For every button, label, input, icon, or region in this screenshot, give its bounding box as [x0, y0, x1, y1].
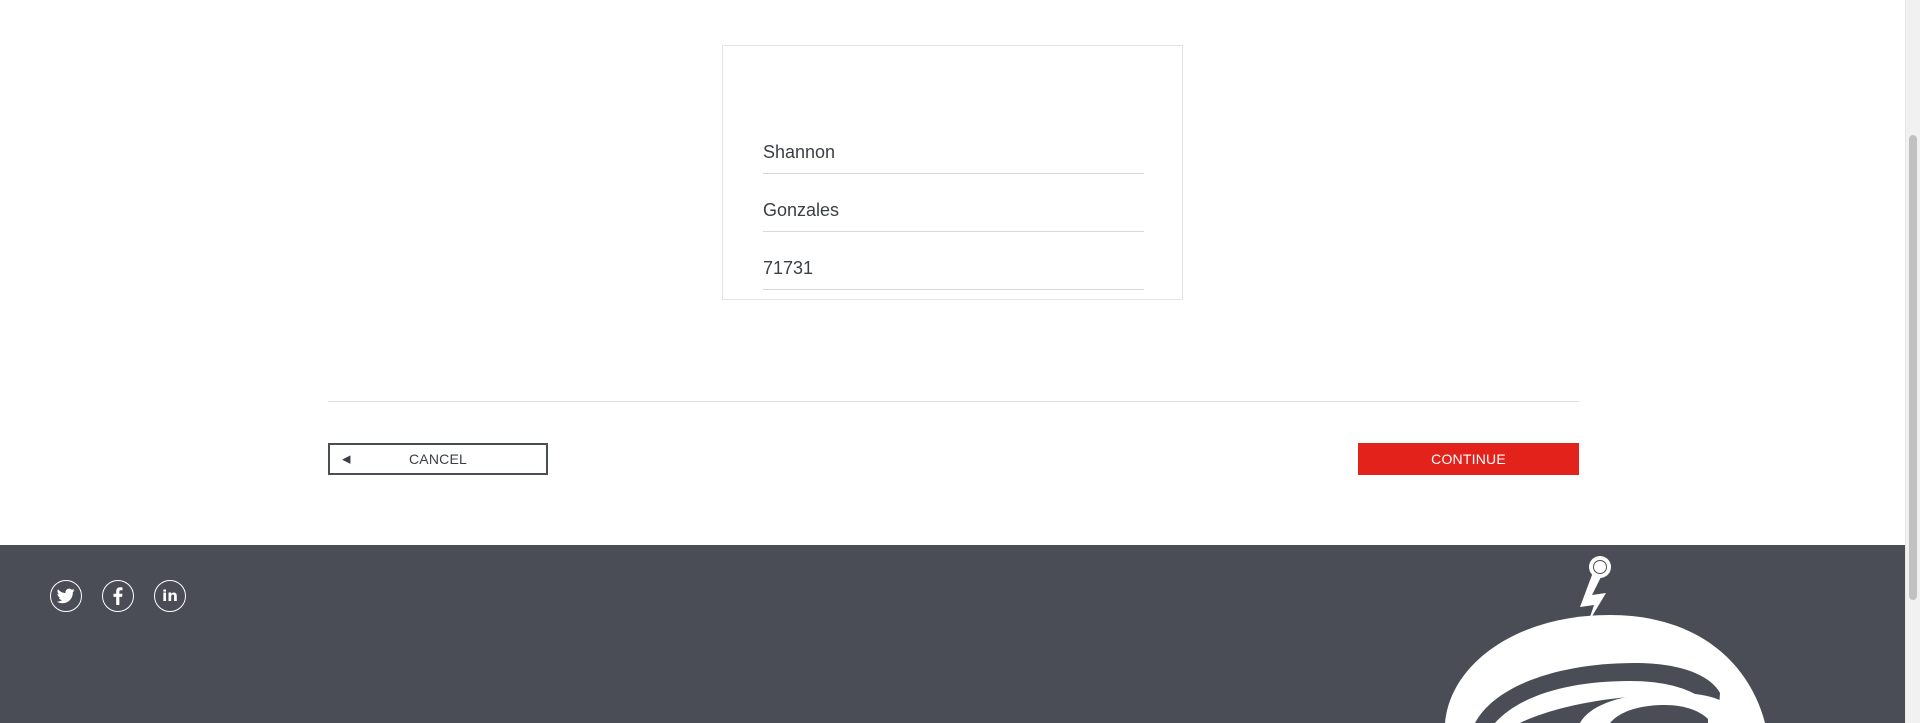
- scrollbar-thumb[interactable]: [1909, 135, 1917, 600]
- last-name-input[interactable]: [763, 200, 1144, 221]
- cancel-label: CANCEL: [409, 451, 467, 467]
- divider: [328, 401, 1579, 402]
- facebook-icon[interactable]: [102, 580, 134, 612]
- zip-field: [763, 249, 1144, 290]
- twitter-icon[interactable]: [50, 580, 82, 612]
- last-name-field: [763, 191, 1144, 232]
- continue-button[interactable]: CONTINUE: [1358, 443, 1579, 475]
- main-content: ◀ CANCEL CONTINUE: [0, 0, 1905, 545]
- first-name-field: [763, 133, 1144, 174]
- first-name-input[interactable]: [763, 142, 1144, 163]
- footer: in: [0, 545, 1905, 723]
- scrollbar[interactable]: [1905, 0, 1920, 723]
- identity-form-card: [722, 45, 1183, 300]
- zip-input[interactable]: [763, 258, 1144, 279]
- linkedin-icon[interactable]: in: [154, 580, 186, 612]
- mascot-logo: [1445, 556, 1765, 723]
- linkedin-glyph: in: [162, 586, 178, 605]
- page: ◀ CANCEL CONTINUE in: [0, 0, 1920, 723]
- cancel-button[interactable]: ◀ CANCEL: [328, 443, 548, 475]
